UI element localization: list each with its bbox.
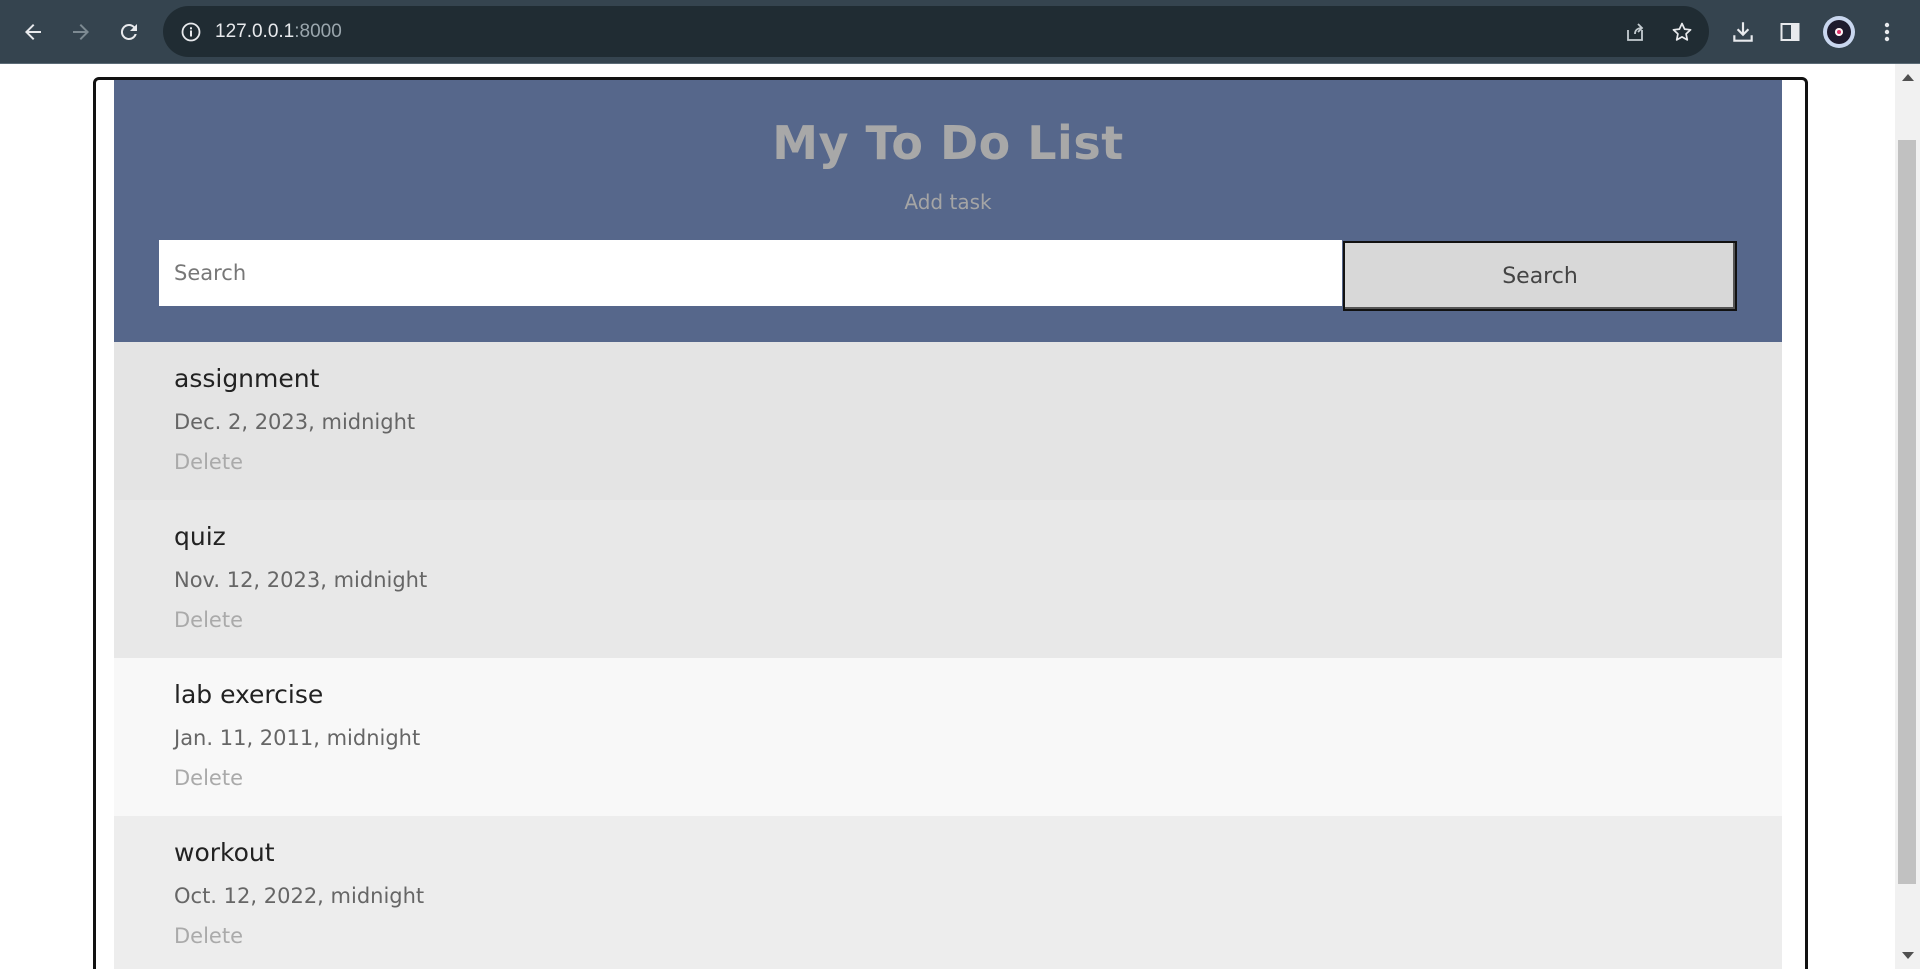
todo-header: My To Do List Add task Search [114,80,1782,342]
vertical-scrollbar[interactable] [1895,64,1920,969]
profile-avatar[interactable] [1823,16,1855,48]
task-date: Oct. 12, 2022, midnight [174,884,425,908]
task-title: assignment [174,364,320,393]
forward-arrow-icon [73,24,89,40]
todo-container: My To Do List Add task Search assignment… [93,77,1808,969]
url-text[interactable]: 127.0.0.1:8000 [215,20,342,44]
delete-task-link[interactable]: Delete [174,450,243,474]
todo-app: My To Do List Add task Search assignment… [114,80,1782,969]
back-arrow-icon [25,24,41,40]
url-host: 127.0.0.1 [215,21,295,42]
page-title: My To Do List [772,116,1124,170]
delete-task-link[interactable]: Delete [174,924,243,948]
forward-button[interactable] [61,12,101,52]
task-title: quiz [174,522,226,551]
task-title: workout [174,838,275,867]
task-date: Nov. 12, 2023, midnight [174,568,428,592]
page-viewport: My To Do List Add task Search assignment… [0,64,1895,969]
delete-task-link[interactable]: Delete [174,608,243,632]
download-icon[interactable] [1726,15,1760,49]
task-item: lab exercise Jan. 11, 2011, midnight Del… [114,658,1782,816]
task-date: Dec. 2, 2023, midnight [174,410,416,434]
scroll-down-arrow-icon[interactable] [1902,952,1914,959]
delete-task-link[interactable]: Delete [174,766,243,790]
add-task-link[interactable]: Add task [114,190,1782,214]
scroll-up-arrow-icon[interactable] [1902,74,1914,81]
share-icon[interactable] [1621,18,1649,46]
kebab-menu-icon[interactable] [1870,15,1904,49]
address-bar[interactable]: 127.0.0.1:8000 [163,6,1709,57]
task-item: quiz Nov. 12, 2023, midnight Delete [114,500,1782,658]
url-port: :8000 [294,21,342,42]
side-panel-icon[interactable] [1773,15,1807,49]
back-button[interactable] [13,12,53,52]
bookmark-star-icon[interactable] [1668,18,1696,46]
browser-toolbar: 127.0.0.1:8000 [0,0,1920,64]
task-date: Jan. 11, 2011, midnight [174,726,421,750]
search-button[interactable]: Search [1343,241,1737,311]
task-list: assignment Dec. 2, 2023, midnight Delete… [114,342,1782,969]
site-info-icon[interactable] [179,20,203,44]
reload-button[interactable] [109,12,149,52]
search-input[interactable] [159,240,1342,306]
task-title: lab exercise [174,680,324,709]
reload-icon [120,23,137,40]
task-item: assignment Dec. 2, 2023, midnight Delete [114,342,1782,500]
task-item: workout Oct. 12, 2022, midnight Delete [114,816,1782,969]
scrollbar-thumb[interactable] [1898,140,1916,884]
